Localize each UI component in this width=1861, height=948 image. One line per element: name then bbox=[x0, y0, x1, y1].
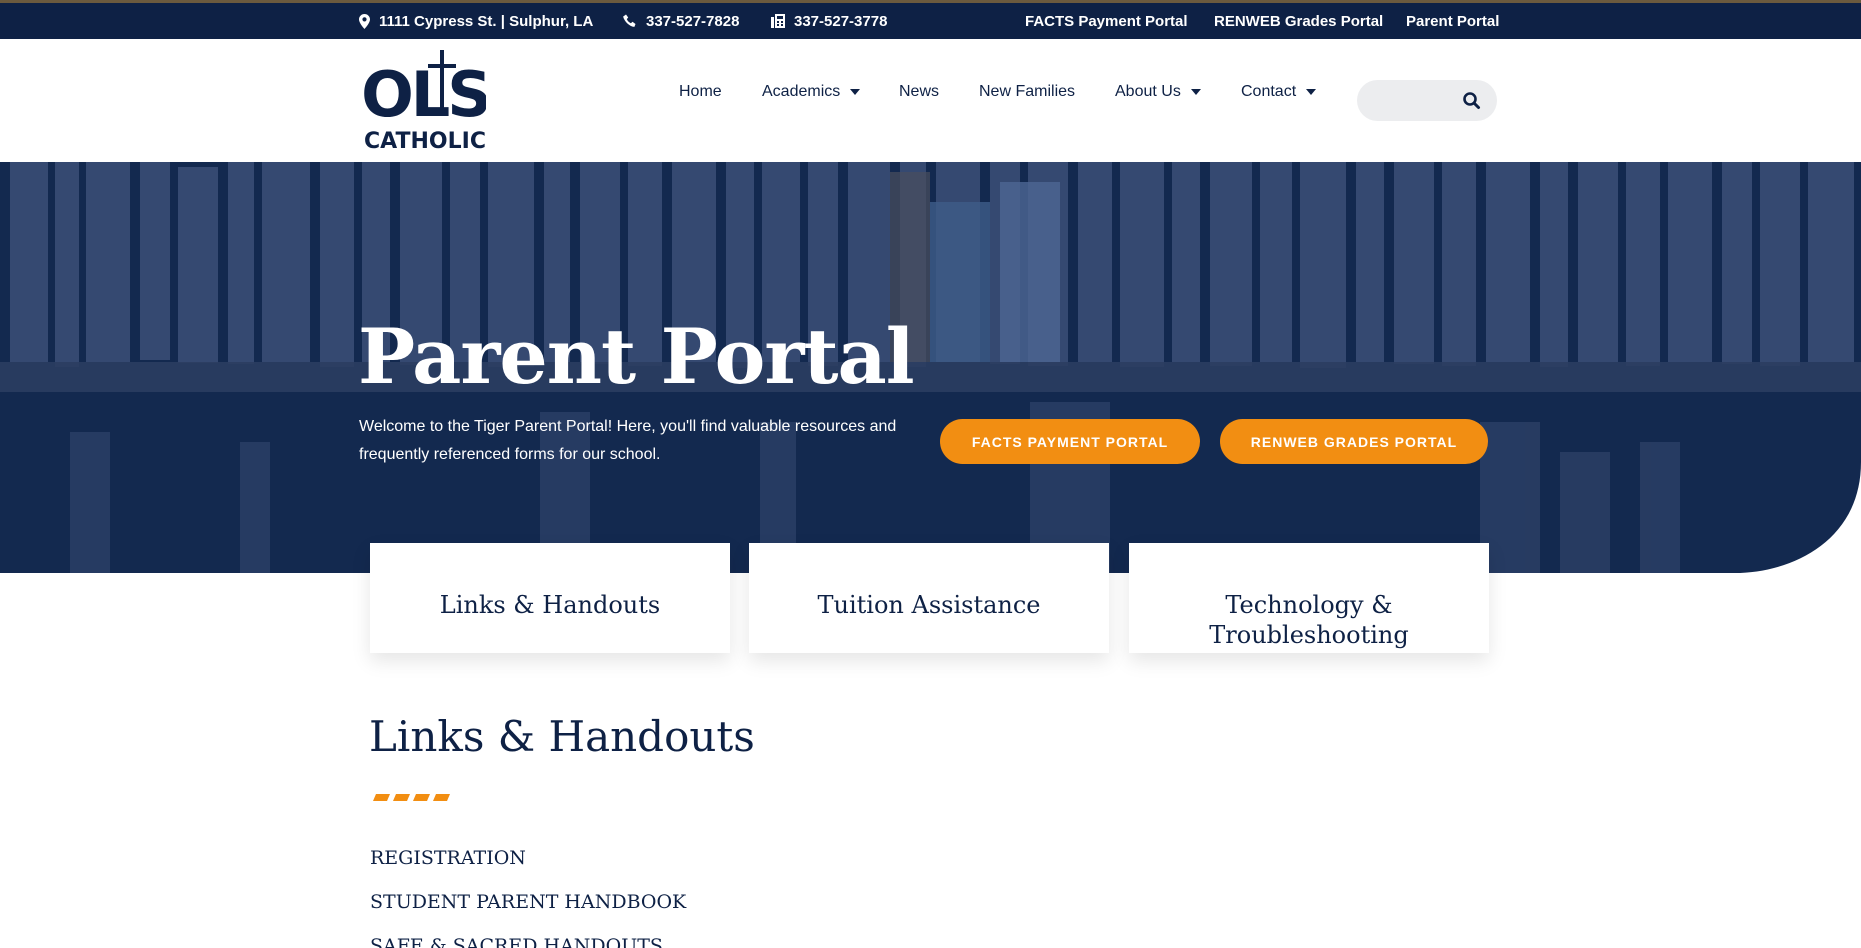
chevron-down-icon bbox=[1306, 89, 1317, 95]
address-text: 1111 Cypress St. | Sulphur, LA bbox=[379, 12, 594, 30]
nav-new-families-label: New Families bbox=[979, 83, 1076, 100]
links-handouts-card-label: Links & Handouts bbox=[439, 591, 661, 619]
links-handouts-card[interactable]: Links & Handouts bbox=[370, 543, 730, 653]
nav-home-label: Home bbox=[679, 83, 722, 100]
nav-new-families[interactable]: New Families bbox=[979, 80, 1075, 104]
phone-info[interactable]: 337-527-7828 bbox=[623, 3, 739, 39]
nav-news[interactable]: News bbox=[899, 80, 939, 104]
nav-contact-label: Contact bbox=[1241, 83, 1297, 100]
section-heading: Links & Handouts bbox=[369, 712, 755, 761]
fax-info: 337-527-3778 bbox=[771, 3, 887, 39]
student-parent-handbook-link[interactable]: STUDENT PARENT HANDBOOK bbox=[370, 891, 686, 913]
chevron-down-icon bbox=[850, 89, 861, 95]
map-pin-icon bbox=[359, 13, 370, 29]
technology-troubleshooting-card-label: Technology & Troubleshooting bbox=[1209, 590, 1408, 653]
facts-payment-link[interactable]: FACTS Payment Portal bbox=[1025, 3, 1188, 39]
phone-icon bbox=[623, 14, 636, 27]
nav-news-label: News bbox=[899, 83, 940, 100]
parent-portal-link[interactable]: Parent Portal bbox=[1406, 3, 1499, 39]
phone-text: 337-527-7828 bbox=[646, 12, 740, 30]
logo-catholic-text: CATHOLIC bbox=[364, 129, 486, 151]
bookshelf-background-image bbox=[0, 162, 1861, 573]
logo-ols-text: OLS bbox=[364, 58, 486, 131]
orange-dash-divider bbox=[373, 794, 450, 801]
page-title: Parent Portal bbox=[358, 312, 915, 401]
tuition-assistance-card[interactable]: Tuition Assistance bbox=[749, 543, 1109, 653]
tuition-assistance-card-label: Tuition Assistance bbox=[817, 591, 1041, 619]
site-header: OLS CATHOLIC Home Academics News New Fam… bbox=[0, 39, 1861, 162]
chevron-down-icon bbox=[1190, 89, 1201, 95]
ols-catholic-logo[interactable]: OLS CATHOLIC bbox=[364, 50, 486, 151]
nav-contact[interactable]: Contact bbox=[1241, 80, 1317, 104]
facts-payment-portal-button[interactable]: FACTS PAYMENT PORTAL bbox=[940, 419, 1200, 464]
nav-about-us[interactable]: About Us bbox=[1115, 80, 1201, 104]
technology-card-line1: Technology & bbox=[1225, 591, 1393, 619]
fax-text: 337-527-3778 bbox=[794, 12, 888, 30]
fax-icon bbox=[771, 14, 785, 28]
renweb-grades-link[interactable]: RENWEB Grades Portal bbox=[1214, 3, 1383, 39]
search-icon[interactable] bbox=[1461, 90, 1483, 112]
technology-card-line2: Troubleshooting bbox=[1209, 621, 1409, 649]
search-box[interactable] bbox=[1357, 80, 1497, 121]
top-info-bar: 1111 Cypress St. | Sulphur, LA 337-527-7… bbox=[0, 0, 1861, 39]
nav-home[interactable]: Home bbox=[679, 80, 722, 104]
address-info: 1111 Cypress St. | Sulphur, LA bbox=[359, 3, 593, 39]
safe-sacred-handouts-link[interactable]: SAFE & SACRED HANDOUTS bbox=[370, 935, 663, 948]
nav-about-us-label: About Us bbox=[1115, 83, 1181, 100]
nav-academics-label: Academics bbox=[762, 83, 841, 100]
hero-description-line2: frequently referenced forms for our scho… bbox=[359, 446, 661, 463]
renweb-grades-portal-button[interactable]: RENWEB GRADES PORTAL bbox=[1220, 419, 1488, 464]
nav-academics[interactable]: Academics bbox=[762, 80, 861, 104]
technology-troubleshooting-card[interactable]: Technology & Troubleshooting bbox=[1129, 543, 1489, 653]
hero-banner: Parent Portal Welcome to the Tiger Paren… bbox=[0, 162, 1861, 573]
hero-description-line1: Welcome to the Tiger Parent Portal! Here… bbox=[359, 418, 897, 435]
hero-description: Welcome to the Tiger Parent Portal! Here… bbox=[359, 413, 899, 469]
registration-link[interactable]: REGISTRATION bbox=[370, 847, 526, 869]
